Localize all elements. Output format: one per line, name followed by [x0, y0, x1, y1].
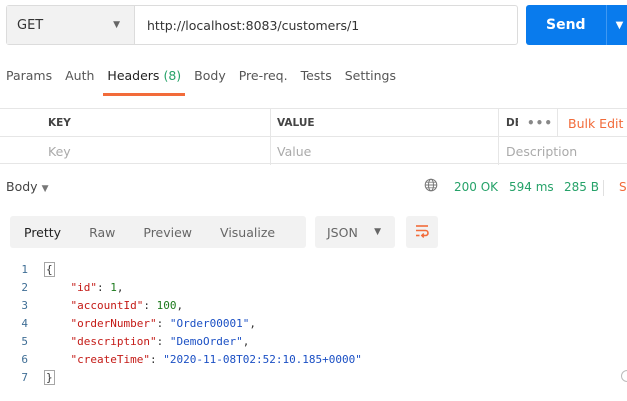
key-column-header: KEY: [48, 117, 71, 129]
response-body-label: Body: [6, 179, 38, 194]
chevron-down-icon: ▼: [374, 227, 381, 237]
send-options-chevron-icon[interactable]: ▼: [616, 20, 624, 31]
tab-auth-label: Auth: [65, 68, 95, 83]
view-raw-button[interactable]: Raw: [75, 216, 129, 248]
tab-params[interactable]: Params: [6, 60, 52, 96]
json-key: "accountId": [70, 298, 144, 312]
response-size[interactable]: 285 B: [564, 180, 599, 194]
response-body-dropdown[interactable]: Body ▼: [6, 179, 48, 194]
tab-tests-label: Tests: [300, 68, 332, 83]
line-number: 7: [21, 370, 28, 384]
method-label: GET: [17, 17, 44, 33]
response-view-tabs: Pretty Raw Preview Visualize: [10, 216, 306, 248]
json-comma: ,: [116, 280, 124, 294]
json-value: 1: [110, 280, 117, 294]
status-code[interactable]: 200 OK: [454, 180, 498, 194]
json-key: "orderNumber": [70, 316, 157, 330]
request-tabs: Params Auth Headers (8) Body Pre-req. Te…: [6, 60, 409, 96]
value-input[interactable]: Value: [270, 137, 311, 165]
headers-table-new-row: Key Value Description: [0, 136, 627, 165]
code-line: 2 "id": 1,: [0, 278, 627, 296]
tab-body[interactable]: Body: [194, 60, 226, 96]
json-key: "id": [70, 280, 98, 294]
description-column-header: DE: [498, 109, 518, 137]
open-brace: {: [44, 261, 55, 277]
response-meta-bar: Body ▼ 200 OK 594 ms 285 B S: [0, 172, 627, 202]
description-input[interactable]: Description: [498, 137, 577, 165]
view-visualize-button[interactable]: Visualize: [206, 216, 289, 248]
close-brace: }: [44, 369, 55, 385]
code-line: 5 "description": "DemoOrder",: [0, 332, 627, 350]
save-response-link[interactable]: S: [619, 180, 627, 194]
tab-headers-label: Headers: [107, 68, 160, 83]
tab-body-label: Body: [194, 68, 226, 83]
json-value: "2020-11-08T02:52:10.185+0000": [163, 352, 362, 366]
tab-pre-request[interactable]: Pre-req.: [239, 60, 288, 96]
wrap-lines-icon: [414, 223, 430, 242]
line-number: 3: [21, 298, 28, 312]
code-line: 6 "createTime": "2020-11-08T02:52:10.185…: [0, 350, 627, 368]
json-comma: ,: [249, 316, 256, 330]
stat-divider: [603, 180, 615, 196]
headers-table-header-row: KEY VALUE DE ••• Bulk Edit: [0, 108, 627, 137]
tab-pre-request-label: Pre-req.: [238, 68, 288, 83]
request-bar: GET ▼ http://localhost:8083/customers/1: [6, 5, 518, 45]
line-number: 1: [21, 262, 28, 276]
bulk-edit-link[interactable]: Bulk Edit: [568, 109, 623, 137]
code-line: 3 "accountId": 100,: [0, 296, 627, 314]
tab-settings[interactable]: Settings: [345, 60, 396, 96]
chevron-down-icon: ▼: [41, 184, 49, 194]
send-button[interactable]: Send ▼: [526, 5, 627, 45]
globe-icon[interactable]: [424, 178, 438, 195]
format-label: JSON: [327, 224, 358, 240]
json-value: "DemoOrder": [169, 334, 243, 348]
url-input[interactable]: http://localhost:8083/customers/1: [135, 6, 517, 44]
line-number: 2: [21, 280, 28, 294]
value-column-header: VALUE: [270, 109, 315, 137]
tab-headers[interactable]: Headers (8): [103, 60, 185, 96]
send-divider: [605, 5, 607, 45]
method-select[interactable]: GET ▼: [7, 6, 135, 44]
tab-tests[interactable]: Tests: [301, 60, 332, 96]
response-time[interactable]: 594 ms: [509, 180, 554, 194]
json-value: 100: [156, 298, 177, 312]
code-line: 7 }: [0, 368, 627, 386]
response-body-editor[interactable]: 1 { 2 "id": 1, 3 "accountId": 100, 4 "or…: [0, 260, 627, 386]
code-line: 1 {: [0, 260, 627, 278]
headers-table: KEY VALUE DE ••• Bulk Edit Key Value Des…: [0, 108, 627, 165]
json-comma: ,: [176, 298, 184, 312]
tab-auth[interactable]: Auth: [65, 60, 94, 96]
chevron-down-icon: ▼: [113, 20, 120, 30]
scroll-handle[interactable]: [621, 370, 627, 382]
code-line: 4 "orderNumber": "Order00001",: [0, 314, 627, 332]
send-label: Send: [546, 17, 586, 33]
json-comma: ,: [242, 334, 250, 348]
json-key: "description": [70, 334, 157, 348]
key-input[interactable]: Key: [48, 137, 71, 165]
tab-settings-label: Settings: [344, 68, 396, 83]
column-divider: [557, 109, 558, 137]
json-key: "createTime": [70, 352, 150, 366]
more-options-icon[interactable]: •••: [527, 109, 553, 137]
json-value: "Order00001": [169, 316, 250, 330]
headers-count-badge: (8): [163, 68, 182, 83]
line-number: 4: [21, 316, 28, 330]
line-number: 5: [21, 334, 28, 348]
tab-params-label: Params: [6, 68, 53, 83]
line-number: 6: [21, 352, 28, 366]
wrap-lines-button[interactable]: [406, 216, 438, 248]
format-select[interactable]: JSON ▼: [315, 216, 395, 248]
view-pretty-button[interactable]: Pretty: [10, 216, 75, 248]
view-preview-button[interactable]: Preview: [129, 216, 206, 248]
